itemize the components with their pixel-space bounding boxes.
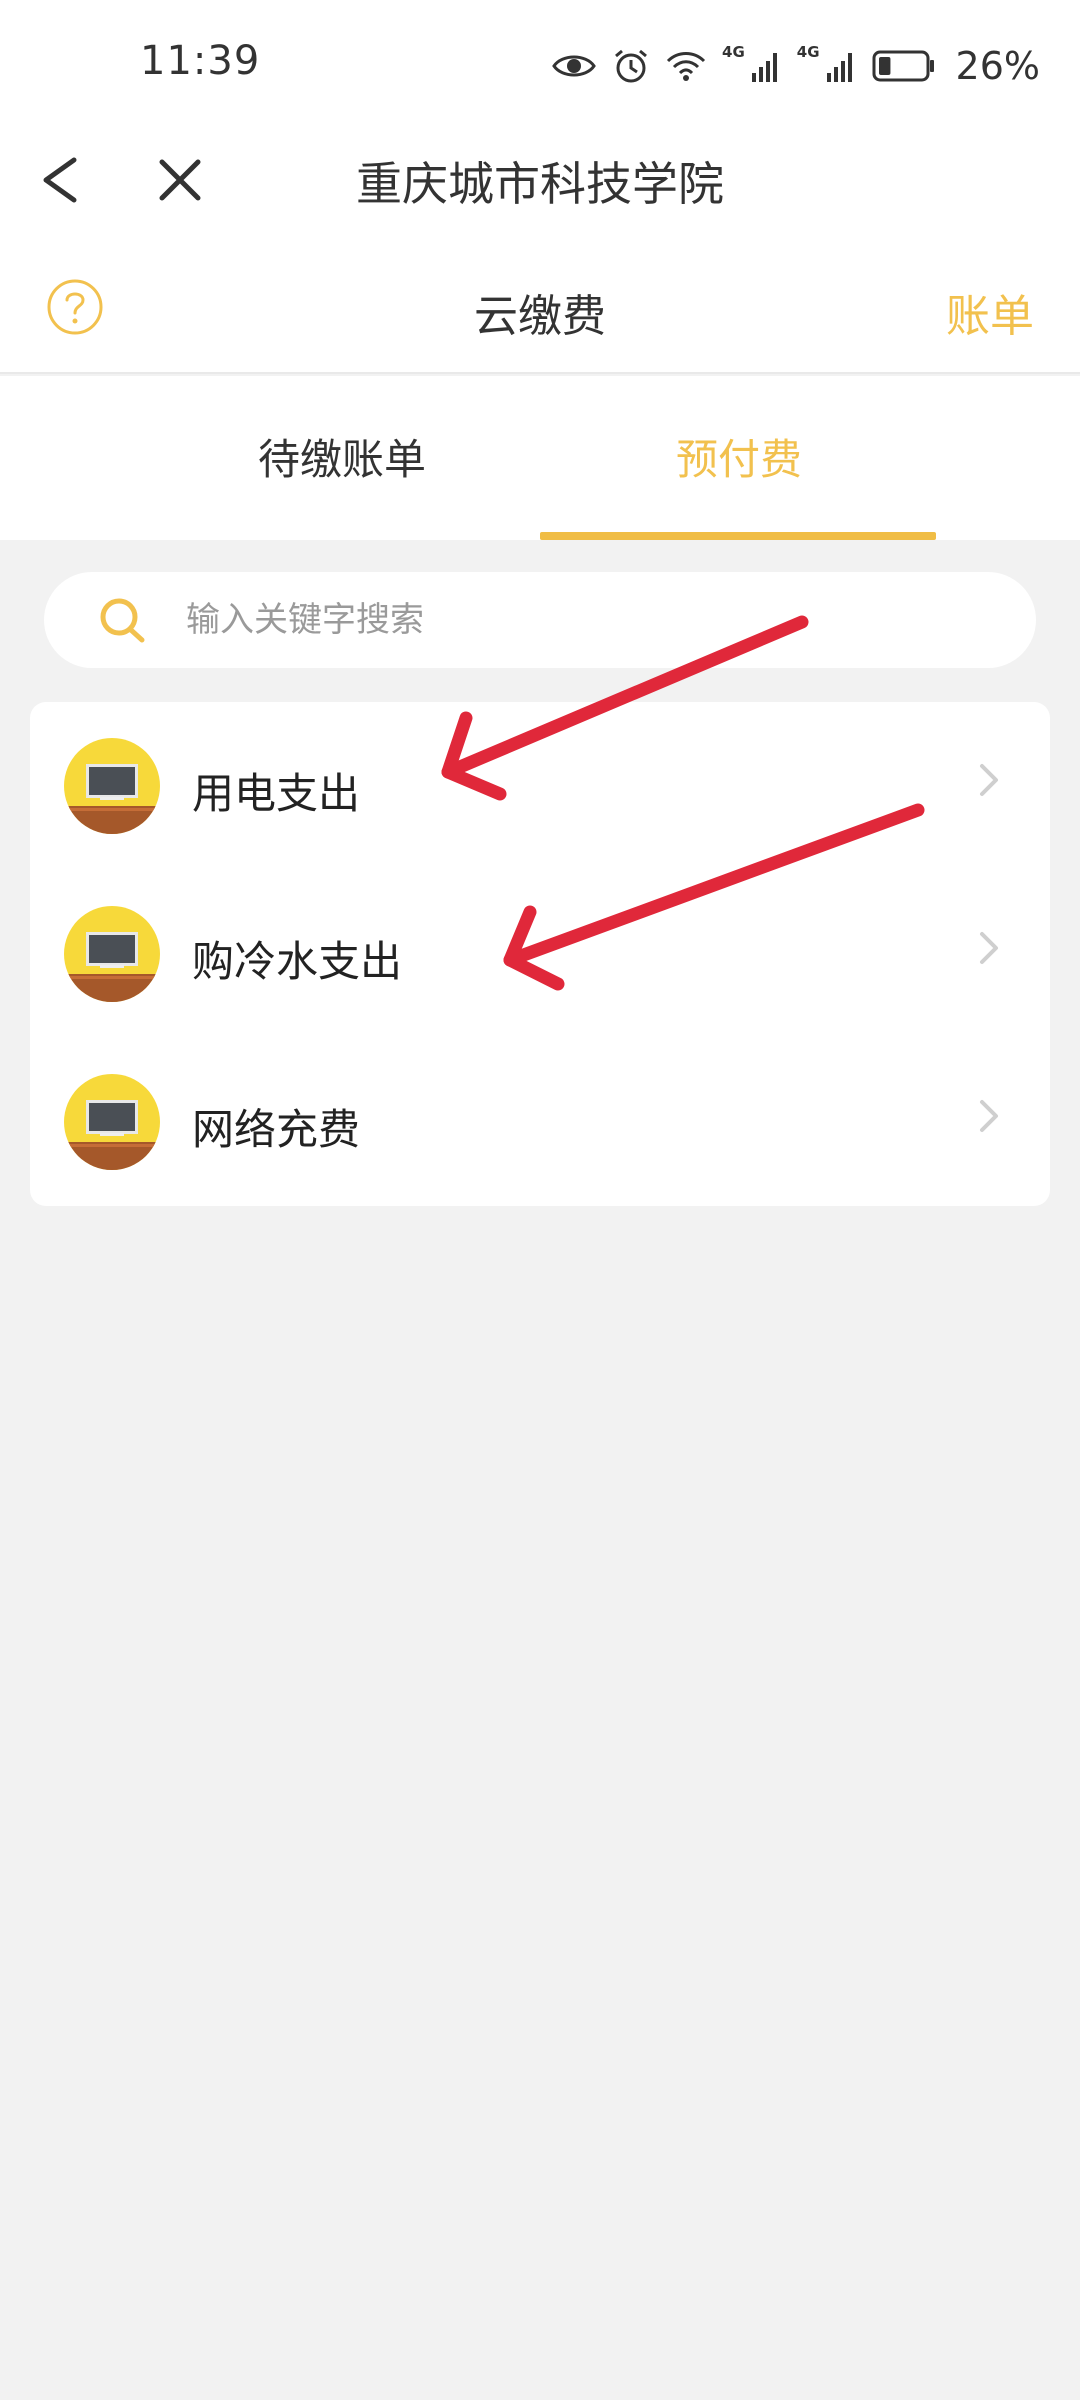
bill-link[interactable]: 账单: [946, 280, 1034, 344]
nav-title: 重庆城市科技学院: [356, 157, 724, 211]
tab-prepaid[interactable]: 预付费: [676, 426, 802, 487]
status-bar: 11:39 4G 4G 26%: [0, 0, 1080, 120]
tab-bar: 待缴账单 预付费: [0, 376, 1080, 540]
chevron-right-icon: [980, 932, 998, 964]
eye-icon: [552, 51, 596, 81]
item-label: 购冷水支出: [192, 937, 403, 986]
blackboard-icon: [64, 906, 160, 1002]
alarm-icon: [612, 47, 650, 85]
status-icons: 4G 4G 26%: [552, 40, 1040, 92]
list-item-electricity[interactable]: 用电支出: [30, 702, 1050, 870]
network-type-label: 4G: [796, 43, 820, 61]
battery-icon: [872, 49, 936, 83]
status-time: 11:39: [140, 38, 261, 84]
blackboard-icon: [64, 738, 160, 834]
service-list: 用电支出 购冷水支出 网络充费: [30, 702, 1050, 1206]
wifi-icon: [666, 49, 706, 83]
list-item-network[interactable]: 网络充费: [30, 1038, 1050, 1206]
chevron-right-icon: [980, 764, 998, 796]
search-box[interactable]: [44, 572, 1036, 668]
list-item-cold-water[interactable]: 购冷水支出: [30, 870, 1050, 1038]
nav-bar: 重庆城市科技学院: [0, 120, 1080, 240]
network-type-label: 4G: [722, 43, 745, 61]
page-title: 云缴费: [474, 291, 606, 342]
tab-pending-bills[interactable]: 待缴账单: [258, 426, 426, 487]
battery-percent: 26%: [955, 44, 1040, 88]
chevron-right-icon: [980, 1100, 998, 1132]
page: 11:39 4G 4G 26% 重庆城市科技学院 云缴费 账单 待缴账单 预付费…: [0, 0, 1080, 2400]
signal-icon: [751, 49, 781, 83]
item-label: 网络充费: [192, 1105, 361, 1154]
active-tab-indicator: [540, 532, 936, 540]
item-label: 用电支出: [192, 769, 361, 818]
sub-header: 云缴费 账单: [0, 240, 1080, 374]
blackboard-icon: [64, 1074, 160, 1170]
search-input[interactable]: [186, 572, 986, 668]
signal-icon: [826, 49, 856, 83]
search-icon: [100, 598, 145, 643]
